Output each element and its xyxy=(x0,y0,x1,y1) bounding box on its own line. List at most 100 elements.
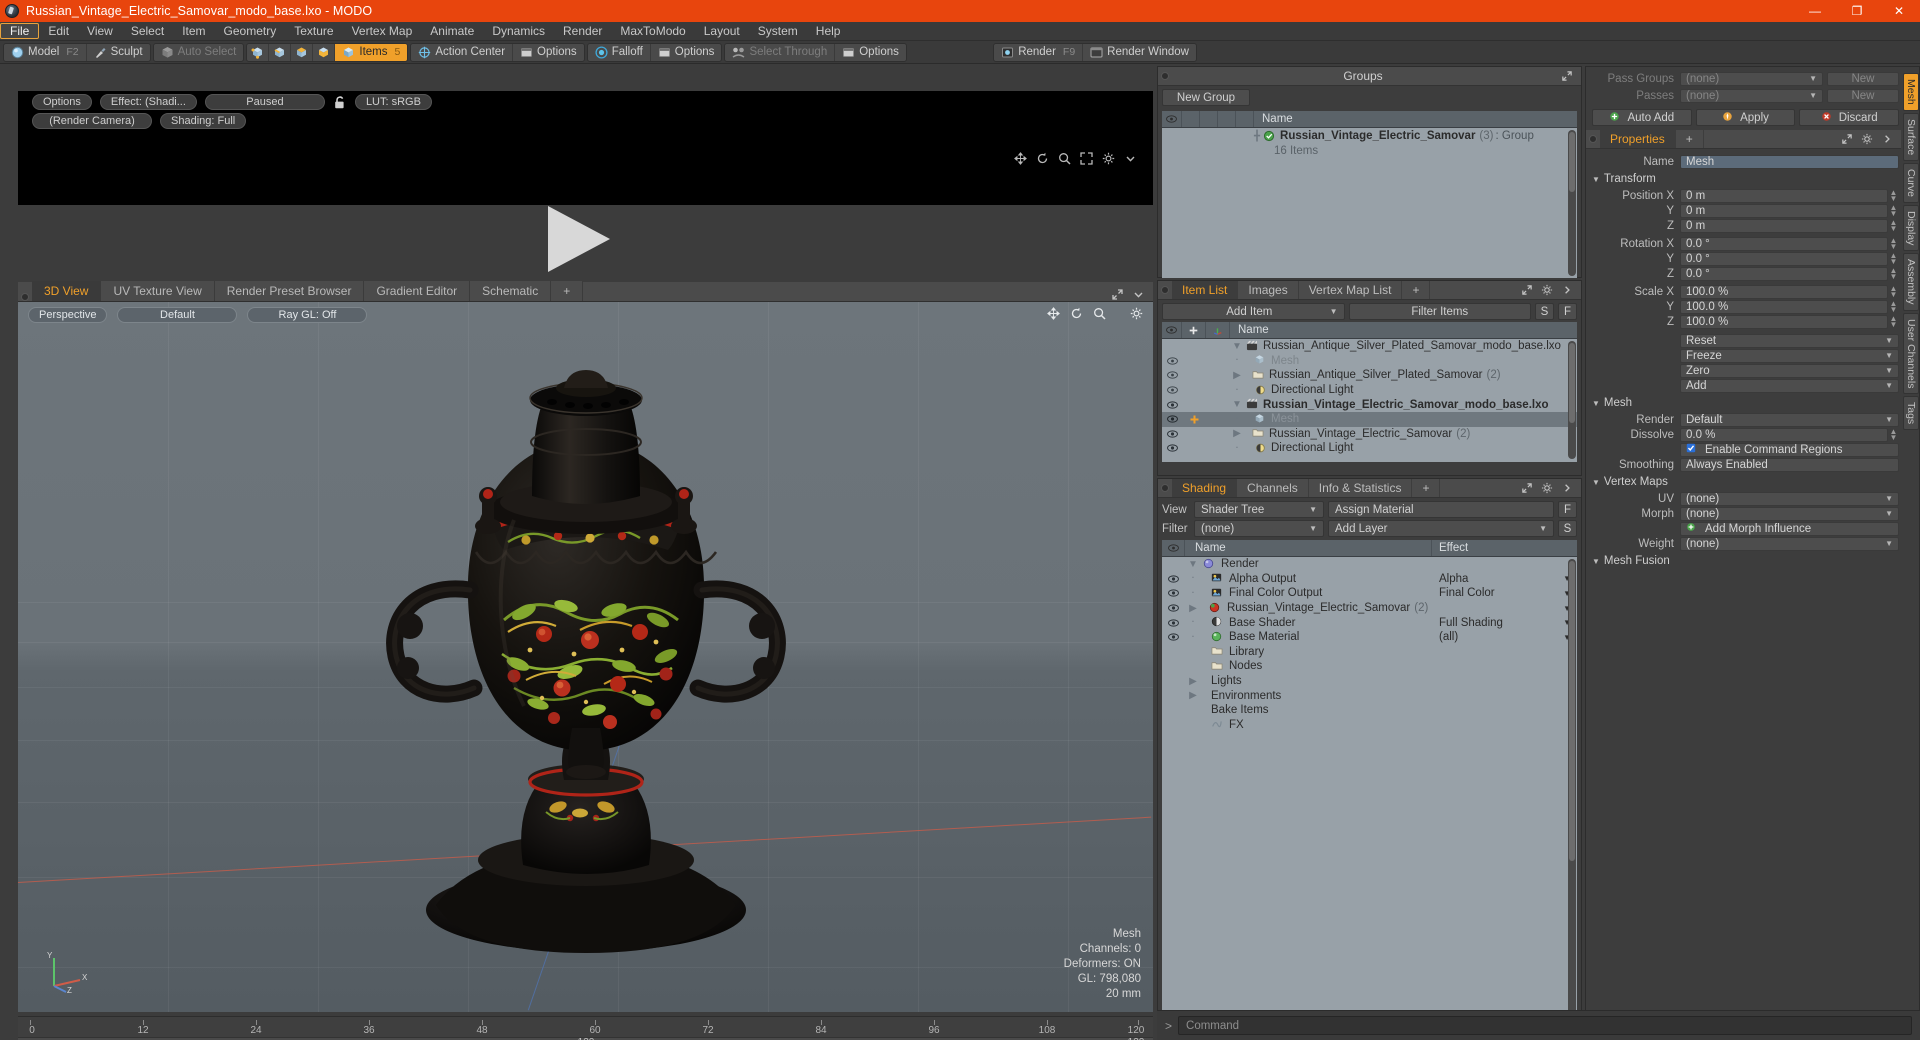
morph-dropdown[interactable]: (none) ▼ xyxy=(1680,506,1899,521)
menu-layout[interactable]: Layout xyxy=(695,22,749,40)
shading-s-button[interactable]: S xyxy=(1558,520,1577,537)
filter-s-button[interactable]: S xyxy=(1535,303,1554,320)
vtab-tags[interactable]: Tags xyxy=(1903,396,1919,431)
position-y-spinner[interactable]: ▲ ▼ xyxy=(1888,203,1899,217)
menu-view[interactable]: View xyxy=(78,22,122,40)
menu-texture[interactable]: Texture xyxy=(285,22,342,40)
zoom-icon[interactable] xyxy=(1058,152,1071,165)
table-row[interactable]: ‧ Final Color Output Final Color ▼ xyxy=(1162,586,1577,601)
position-z-input[interactable]: 0 m xyxy=(1680,218,1888,233)
maximize-pane-icon[interactable] xyxy=(1080,152,1093,165)
scale-z-spinner[interactable]: ▲ ▼ xyxy=(1888,314,1899,328)
assign-material-button[interactable]: Assign Material xyxy=(1328,501,1554,518)
render-window-button[interactable]: Render Window xyxy=(1083,44,1196,61)
menu-geometry[interactable]: Geometry xyxy=(215,22,286,40)
tab-uv-texture-view[interactable]: UV Texture View xyxy=(101,281,215,301)
render-options-button[interactable]: Options xyxy=(32,94,92,110)
shader-row-effect-cell[interactable]: ▼ xyxy=(1432,604,1577,613)
gear-icon[interactable] xyxy=(1541,482,1554,495)
position-x-spinner[interactable]: ▲ ▼ xyxy=(1888,188,1899,202)
falloff-button[interactable]: Falloff xyxy=(588,43,651,61)
chevron-right-icon[interactable] xyxy=(1561,284,1574,297)
mesh-name-input[interactable]: Mesh xyxy=(1680,154,1899,169)
vtab-assembly[interactable]: Assembly xyxy=(1903,253,1919,311)
vtab-curve[interactable]: Curve xyxy=(1903,162,1919,203)
samovar-3d-model[interactable] xyxy=(318,320,878,980)
play-preview-icon[interactable] xyxy=(548,206,610,272)
items-mode-button[interactable]: Items 5 xyxy=(335,43,408,61)
command-input[interactable]: Command xyxy=(1178,1016,1912,1035)
vertex-maps-section-header[interactable]: ▼ Vertex Maps xyxy=(1592,476,1919,488)
scale-x-spinner[interactable]: ▲ ▼ xyxy=(1888,284,1899,298)
table-row[interactable]: ▼ Russian_Antique_Silver_Plated_Samovar_… xyxy=(1162,339,1577,354)
tab-render-preset-browser[interactable]: Render Preset Browser xyxy=(214,281,365,301)
groups-panel-dot-icon[interactable] xyxy=(1158,72,1172,80)
tab-schematic[interactable]: Schematic xyxy=(470,281,552,301)
table-row[interactable]: ‧ Mesh xyxy=(1162,411,1577,427)
maximize-pane-icon[interactable] xyxy=(1111,288,1124,301)
new-group-button[interactable]: New Group xyxy=(1162,89,1250,106)
position-y-input[interactable]: 0 m xyxy=(1680,203,1888,218)
table-row[interactable]: ‧ Base Shader Full Shading ▼ xyxy=(1162,615,1577,630)
table-row[interactable]: Nodes xyxy=(1162,659,1577,674)
shading-filter-dropdown[interactable]: (none) ▼ xyxy=(1194,520,1324,537)
polygons-mode-button[interactable] xyxy=(291,43,314,61)
render-shading-dropdown[interactable]: Shading: Full xyxy=(160,113,247,129)
maximize-pane-icon[interactable] xyxy=(1521,482,1534,495)
vtab-display[interactable]: Display xyxy=(1903,204,1919,252)
rotate-icon[interactable] xyxy=(1070,307,1083,320)
menu-maxtomodo[interactable]: MaxToModo xyxy=(611,22,694,40)
add-dropdown[interactable]: Add ▼ xyxy=(1680,378,1899,393)
rotation-z-spinner[interactable]: ▲ ▼ xyxy=(1888,266,1899,280)
item-list-scrollbar[interactable] xyxy=(1568,341,1576,459)
pass-groups-new-button[interactable]: New xyxy=(1827,71,1899,86)
action-center-button[interactable]: Action Center xyxy=(411,43,514,61)
table-row[interactable]: ▶ Russian_Vintage_Electric_Samovar (2) .… xyxy=(1162,601,1577,616)
scale-y-spinner[interactable]: ▲ ▼ xyxy=(1888,299,1899,313)
menu-render[interactable]: Render xyxy=(554,22,611,40)
menu-help[interactable]: Help xyxy=(807,22,850,40)
shader-tree-dropdown[interactable]: Shader Tree ▼ xyxy=(1194,501,1324,518)
menu-animate[interactable]: Animate xyxy=(421,22,483,40)
render-status-button[interactable]: Paused xyxy=(204,94,325,110)
shader-tree-rows[interactable]: ▼ Render ‧ Alpha Output Alpha ▼ xyxy=(1162,557,1577,1040)
tab-add-properties-panel[interactable]: + xyxy=(1676,130,1704,148)
filter-f-button[interactable]: F xyxy=(1558,303,1577,320)
menu-edit[interactable]: Edit xyxy=(39,22,78,40)
model-mode-button[interactable]: Model F2 xyxy=(4,43,87,61)
rotation-x-spinner[interactable]: ▲ ▼ xyxy=(1888,236,1899,250)
auto-select-button[interactable]: Auto Select xyxy=(154,44,244,61)
tab-properties[interactable]: Properties xyxy=(1600,130,1676,148)
auto-add-button[interactable]: Auto Add xyxy=(1592,109,1692,126)
menu-select[interactable]: Select xyxy=(122,22,173,40)
shading-scrollbar[interactable] xyxy=(1568,559,1576,1040)
menu-dynamics[interactable]: Dynamics xyxy=(483,22,554,40)
shading-style-dropdown[interactable]: Default xyxy=(117,307,238,323)
smoothing-dropdown[interactable]: Always Enabled xyxy=(1680,457,1899,472)
sculpt-mode-button[interactable]: Sculpt xyxy=(87,44,150,61)
position-z-spinner[interactable]: ▲ ▼ xyxy=(1888,218,1899,232)
menu-file[interactable]: File xyxy=(0,23,40,39)
table-row[interactable]: ‧ Directional Light xyxy=(1162,441,1577,456)
chevron-down-icon[interactable] xyxy=(1132,288,1145,301)
tab-info-statistics[interactable]: Info & Statistics xyxy=(1309,479,1413,497)
mesh-fusion-section-header[interactable]: ▼ Mesh Fusion xyxy=(1592,555,1919,567)
weight-dropdown[interactable]: (none) ▼ xyxy=(1680,536,1899,551)
render-effect-dropdown[interactable]: Effect: (Shadi... xyxy=(99,94,197,110)
position-x-input[interactable]: 0 m xyxy=(1680,188,1888,203)
timeline-ruler[interactable]: 0 12 24 36 48 60 72 84 96 108 120 xyxy=(18,1020,1153,1036)
table-row[interactable]: ▼ Render xyxy=(1162,557,1577,572)
passes-new-button[interactable]: New xyxy=(1827,88,1899,103)
close-button[interactable]: ✕ xyxy=(1878,0,1920,22)
item-list-rows[interactable]: ▼ Russian_Antique_Silver_Plated_Samovar_… xyxy=(1162,339,1577,462)
groups-list[interactable]: ╋ Russian_Vintage_Electric_Samovar (3) :… xyxy=(1162,128,1577,278)
render-camera-dropdown[interactable]: (Render Camera) xyxy=(32,113,152,129)
rotation-z-input[interactable]: 0.0 ° xyxy=(1680,266,1888,281)
transform-section-header[interactable]: ▼ Transform xyxy=(1592,173,1919,185)
tab-gradient-editor[interactable]: Gradient Editor xyxy=(364,281,471,301)
tab-3d-view[interactable]: 3D View xyxy=(32,281,102,301)
menu-vertex-map[interactable]: Vertex Map xyxy=(343,22,422,40)
table-row[interactable]: Library xyxy=(1162,645,1577,660)
mesh-section-header[interactable]: ▼ Mesh xyxy=(1592,397,1919,409)
shader-row-effect-cell[interactable]: Alpha ▼ xyxy=(1432,573,1577,585)
